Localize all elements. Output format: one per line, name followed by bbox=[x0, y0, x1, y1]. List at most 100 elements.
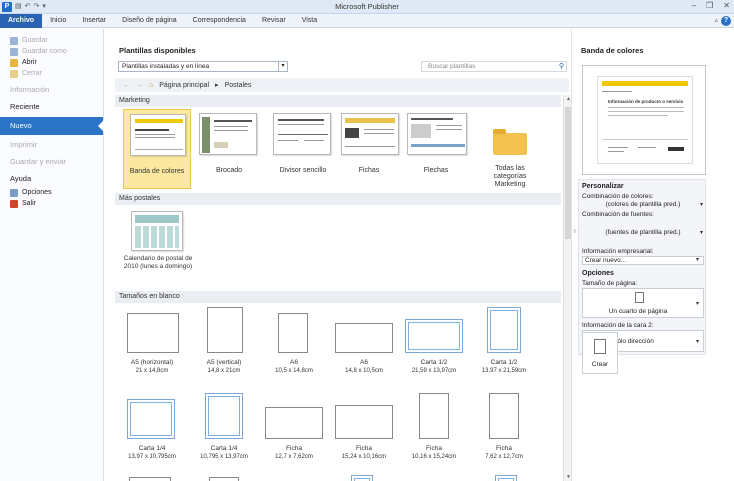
blank-size-tile[interactable]: Carta 1/4 10,795 x 13,97cm bbox=[191, 393, 257, 471]
tab-archivo[interactable]: Archivo bbox=[0, 13, 43, 28]
nav-guardar[interactable]: Guardar bbox=[0, 35, 103, 46]
nav-guardar-como[interactable]: Guardar como bbox=[0, 46, 103, 57]
template-source-value: Plantillas instaladas y en línea bbox=[122, 63, 210, 70]
page-size-value: Un cuarto de página bbox=[608, 308, 668, 315]
chevron-down-icon[interactable]: ▾ bbox=[696, 300, 699, 307]
minimize-ribbon-icon[interactable]: ▵ bbox=[714, 16, 718, 24]
home-icon[interactable]: ⌂ bbox=[149, 82, 153, 89]
side2-value: Sólo dirección bbox=[613, 338, 654, 345]
nav-reciente[interactable]: Reciente bbox=[0, 98, 103, 115]
chevron-down-icon[interactable]: ▾ bbox=[700, 201, 703, 208]
business-info-select[interactable]: Crear nuevo... ▾ bbox=[582, 256, 704, 265]
page-outline[interactable] bbox=[129, 477, 171, 481]
color-scheme-select[interactable]: (colores de plantilla pred.) ▾ bbox=[579, 201, 707, 208]
blank-name: Carta 1/4 bbox=[210, 445, 238, 452]
chevron-down-icon[interactable]: ▾ bbox=[696, 338, 699, 345]
nav-salir-label: Salir bbox=[22, 200, 37, 207]
back-arrow-icon[interactable]: ← bbox=[123, 82, 130, 89]
template-thumbnail bbox=[199, 113, 257, 155]
pane-splitter[interactable]: ≡ bbox=[571, 29, 578, 481]
search-icon[interactable]: ⚲ bbox=[559, 62, 564, 71]
blank-name: Ficha bbox=[356, 445, 372, 452]
search-placeholder: Buscar plantillas bbox=[428, 63, 476, 70]
nav-abrir[interactable]: Abrir bbox=[0, 57, 103, 68]
breadcrumb: ← → ⌂ Página principal ▸ Postales bbox=[115, 78, 569, 92]
blank-size-tile[interactable]: A5 (horizontal) 21 x 14,8cm bbox=[119, 307, 185, 385]
page-outline[interactable] bbox=[351, 475, 373, 481]
forward-arrow-icon[interactable]: → bbox=[136, 82, 143, 89]
blank-size-tile[interactable]: Ficha 10,16 x 15,24cm bbox=[401, 393, 467, 471]
blank-size-tile[interactable]: A6 10,5 x 14,8cm bbox=[261, 307, 327, 385]
page-outline[interactable] bbox=[209, 477, 239, 481]
font-scheme-select[interactable]: (fuentes de plantilla pred.) ▾ bbox=[579, 229, 707, 236]
blank-size-tile[interactable]: Carta 1/2 13,97 x 21,59cm bbox=[471, 307, 537, 385]
nav-salir[interactable]: Salir bbox=[0, 198, 103, 209]
page-outline bbox=[265, 407, 323, 439]
template-label: Brocado bbox=[215, 167, 243, 174]
chevron-down-icon[interactable]: ▾ bbox=[278, 62, 287, 71]
minimize-icon[interactable]: – bbox=[692, 1, 696, 10]
template-search-input[interactable]: Buscar plantillas ⚲ bbox=[421, 61, 567, 72]
blank-name: A6 bbox=[360, 359, 368, 366]
nav-nuevo[interactable]: Nuevo bbox=[0, 117, 104, 135]
blank-size-tile[interactable]: Carta 1/2 21,59 x 13,97cm bbox=[401, 307, 467, 385]
preview-title: Banda de colores bbox=[581, 46, 644, 55]
blank-size: 10,5 x 14,8cm bbox=[275, 368, 313, 374]
title-bar: P ▤ ↶ ↷ ▾ Microsoft Publisher – ❐ ✕ bbox=[0, 0, 734, 14]
tab-insertar[interactable]: Insertar bbox=[74, 14, 114, 28]
template-divisor-sencillo[interactable]: Divisor sencillo bbox=[267, 109, 339, 189]
color-scheme-value: (colores de plantilla pred.) bbox=[605, 201, 681, 208]
nav-opciones[interactable]: Opciones bbox=[0, 187, 103, 198]
blank-size-tile[interactable]: Ficha 7,62 x 12,7cm bbox=[471, 393, 537, 471]
page-outline bbox=[335, 405, 393, 439]
chevron-down-icon[interactable]: ▾ bbox=[700, 229, 703, 236]
tab-revisar[interactable]: Revisar bbox=[254, 14, 294, 28]
nav-guardar-enviar[interactable]: Guardar y enviar bbox=[0, 153, 103, 170]
template-source-dropdown[interactable]: Plantillas instaladas y en línea ▾ bbox=[118, 61, 288, 72]
blank-size-tile[interactable]: Ficha 15,24 x 10,16cm bbox=[331, 393, 397, 471]
nav-informacion[interactable]: Información bbox=[0, 81, 103, 98]
nav-cerrar[interactable]: Cerrar bbox=[0, 68, 103, 79]
tab-diseno-pagina[interactable]: Diseño de página bbox=[114, 14, 185, 28]
templates-gallery[interactable]: Marketing Banda de colores Brocado Divis… bbox=[115, 95, 569, 481]
blank-size-tile[interactable]: Ficha 12,7 x 7,62cm bbox=[261, 393, 327, 471]
template-thumbnail bbox=[407, 113, 467, 155]
breadcrumb-home[interactable]: Página principal bbox=[159, 82, 209, 89]
template-thumbnail bbox=[273, 113, 331, 155]
help-icon[interactable]: ? bbox=[721, 16, 731, 26]
nav-guardar-label: Guardar bbox=[22, 37, 48, 44]
page-outline[interactable] bbox=[495, 475, 517, 481]
create-button[interactable]: Crear bbox=[582, 332, 618, 374]
template-calendario-postal[interactable]: Calendario de postal de 2010 (lunes a do… bbox=[123, 209, 193, 281]
new-page-icon bbox=[594, 339, 606, 354]
folder-icon bbox=[493, 129, 527, 155]
page-outline bbox=[205, 393, 243, 439]
tab-correspondencia[interactable]: Correspondencia bbox=[185, 14, 254, 28]
chevron-down-icon[interactable]: ▾ bbox=[696, 257, 699, 264]
blank-size-tile[interactable]: Carta 1/4 13,97 x 10,795cm bbox=[119, 393, 185, 471]
template-label: Fichas bbox=[358, 167, 380, 174]
blank-size-tile[interactable]: A5 (vertical) 14,8 x 21cm bbox=[191, 307, 257, 385]
nav-ayuda[interactable]: Ayuda bbox=[0, 170, 103, 187]
personalizar-heading: Personalizar bbox=[582, 183, 624, 190]
font-scheme-label: Combinación de fuentes: bbox=[582, 211, 654, 218]
blank-size-tile[interactable]: A6 14,8 x 10,5cm bbox=[331, 307, 397, 385]
font-scheme-value: (fuentes de plantilla pred.) bbox=[605, 229, 681, 236]
template-fichas[interactable]: Fichas bbox=[337, 109, 401, 189]
page-size-select[interactable]: Un cuarto de página ▾ bbox=[582, 288, 704, 318]
nav-imprimir[interactable]: Imprimir bbox=[0, 136, 103, 153]
breadcrumb-separator: ▸ bbox=[215, 82, 219, 89]
template-label: Todas las categorías Marketing bbox=[493, 165, 527, 188]
template-banda-de-colores[interactable]: Banda de colores bbox=[123, 109, 191, 189]
template-flechas[interactable]: Flechas bbox=[403, 109, 469, 189]
close-window-icon[interactable]: ✕ bbox=[723, 1, 730, 10]
tab-vista[interactable]: Vista bbox=[294, 14, 325, 28]
restore-icon[interactable]: ❐ bbox=[706, 1, 713, 10]
template-todas-marketing[interactable]: Todas las categorías Marketing bbox=[475, 109, 545, 191]
template-brocado[interactable]: Brocado bbox=[195, 109, 263, 189]
side2-label: Información de la cara 2: bbox=[582, 322, 654, 329]
exit-icon bbox=[10, 199, 18, 208]
tab-inicio[interactable]: Inicio bbox=[42, 14, 74, 28]
template-thumbnail bbox=[131, 211, 183, 251]
business-info-value: Crear nuevo... bbox=[585, 257, 627, 264]
